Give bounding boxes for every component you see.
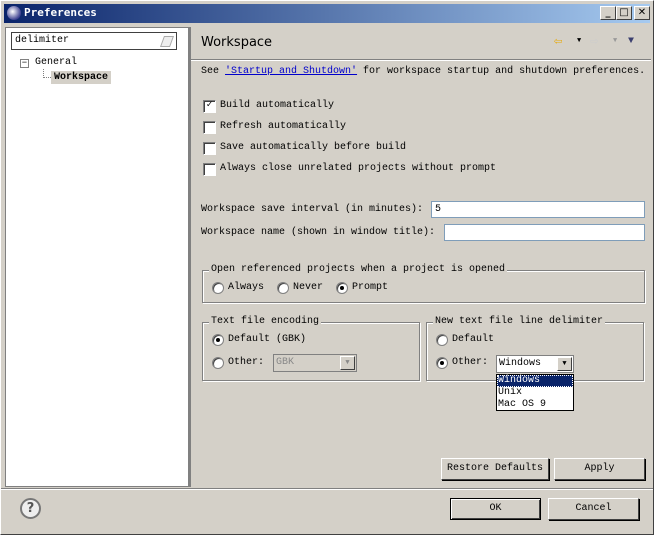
window-title: Preferences — [24, 6, 97, 19]
filter-input[interactable]: delimiter — [11, 32, 177, 50]
restore-defaults-button[interactable]: Restore Defaults — [441, 458, 549, 480]
encoding-combo-value: GBK — [276, 357, 295, 368]
open-projects-group: Open referenced projects when a project … — [202, 264, 645, 303]
text-encoding-group: Text file encoding Default (GBK) Other: … — [202, 316, 420, 381]
chevron-down-icon[interactable]: ▼ — [557, 357, 572, 371]
prompt-radio[interactable] — [336, 282, 348, 294]
always-label[interactable]: Always — [228, 282, 264, 293]
delimiter-dropdown-list: Windows Unix Mac OS 9 — [496, 374, 574, 411]
delimiter-other-radio[interactable] — [436, 357, 448, 369]
save-before-build-checkbox[interactable] — [203, 142, 216, 155]
tree-item-general[interactable]: General — [35, 57, 77, 68]
refresh-automatically-checkbox[interactable] — [203, 121, 216, 134]
startup-shutdown-link[interactable]: 'Startup and Shutdown' — [225, 66, 357, 77]
chevron-down-icon: ▼ — [340, 356, 355, 370]
line-delimiter-group: New text file line delimiter Default Oth… — [426, 316, 644, 381]
preferences-window: Preferences _ □ ✕ delimiter − General Wo… — [0, 0, 654, 535]
cancel-button[interactable]: Cancel — [548, 498, 639, 520]
intro-suffix: for workspace startup and shutdown prefe… — [357, 66, 646, 77]
help-icon[interactable]: ? — [20, 498, 41, 519]
expand-toggle-icon[interactable]: − — [20, 59, 29, 68]
dropdown-option-mac-os-9[interactable]: Mac OS 9 — [497, 399, 573, 411]
save-before-build-label[interactable]: Save automatically before build — [220, 142, 406, 153]
refresh-automatically-label[interactable]: Refresh automatically — [220, 121, 346, 132]
forward-arrow-icon: ⇨ — [590, 34, 599, 50]
minimize-button[interactable]: _ — [600, 6, 616, 20]
encoding-other-label[interactable]: Other: — [228, 357, 264, 368]
never-radio[interactable] — [277, 282, 289, 294]
build-automatically-checkbox[interactable]: ✓ — [203, 100, 216, 113]
back-arrow-icon[interactable]: ⇦ — [554, 35, 562, 49]
encoding-other-radio[interactable] — [212, 357, 224, 369]
encoding-combo: GBK ▼ — [273, 354, 357, 372]
back-dropdown-icon[interactable]: ▼ — [577, 37, 581, 45]
close-unrelated-label[interactable]: Always close unrelated projects without … — [220, 163, 496, 174]
delimiter-default-radio[interactable] — [436, 334, 448, 346]
pane-divider — [189, 27, 191, 487]
intro-prefix: See — [201, 66, 226, 77]
filter-text: delimiter — [15, 35, 70, 46]
eclipse-icon — [7, 6, 21, 20]
encoding-default-radio[interactable] — [212, 334, 224, 346]
workspace-name-label: Workspace name (shown in window title): — [201, 227, 436, 238]
build-automatically-label[interactable]: Build automatically — [220, 100, 334, 111]
intro-text: See 'Startup and Shutdown' for workspace… — [201, 66, 645, 77]
open-projects-title: Open referenced projects when a project … — [209, 264, 508, 275]
always-radio[interactable] — [212, 282, 224, 294]
preference-tree-pane: delimiter − General Workspace — [5, 27, 189, 487]
dropdown-option-windows[interactable]: Windows — [497, 375, 573, 387]
page-title: Workspace — [201, 35, 273, 50]
prompt-label[interactable]: Prompt — [352, 282, 388, 293]
line-delimiter-title: New text file line delimiter — [433, 316, 606, 327]
delimiter-other-label[interactable]: Other: — [452, 357, 488, 368]
close-unrelated-checkbox[interactable] — [203, 163, 216, 176]
close-button[interactable]: ✕ — [634, 6, 650, 20]
delimiter-combo[interactable]: Windows ▼ — [496, 355, 574, 373]
apply-button[interactable]: Apply — [554, 458, 645, 480]
save-interval-input[interactable]: 5 — [431, 201, 645, 218]
text-encoding-title: Text file encoding — [209, 316, 322, 327]
delimiter-default-label[interactable]: Default — [452, 334, 494, 345]
forward-dropdown-icon: ▼ — [613, 37, 618, 45]
view-menu-icon[interactable]: ▼ — [628, 36, 634, 47]
footer-separator — [1, 488, 653, 490]
dropdown-option-unix[interactable]: Unix — [497, 387, 573, 399]
never-label[interactable]: Never — [293, 282, 323, 293]
workspace-name-input[interactable] — [444, 224, 645, 241]
tree-item-workspace[interactable]: Workspace — [51, 71, 112, 84]
title-bar[interactable]: Preferences _ □ ✕ — [4, 4, 650, 23]
ok-button[interactable]: OK — [450, 498, 541, 520]
encoding-default-label[interactable]: Default (GBK) — [228, 334, 306, 345]
save-interval-label: Workspace save interval (in minutes): — [201, 204, 424, 215]
tree-connector — [43, 69, 51, 78]
delimiter-combo-value: Windows — [499, 358, 542, 369]
header-separator — [191, 59, 651, 61]
maximize-button[interactable]: □ — [616, 6, 632, 20]
